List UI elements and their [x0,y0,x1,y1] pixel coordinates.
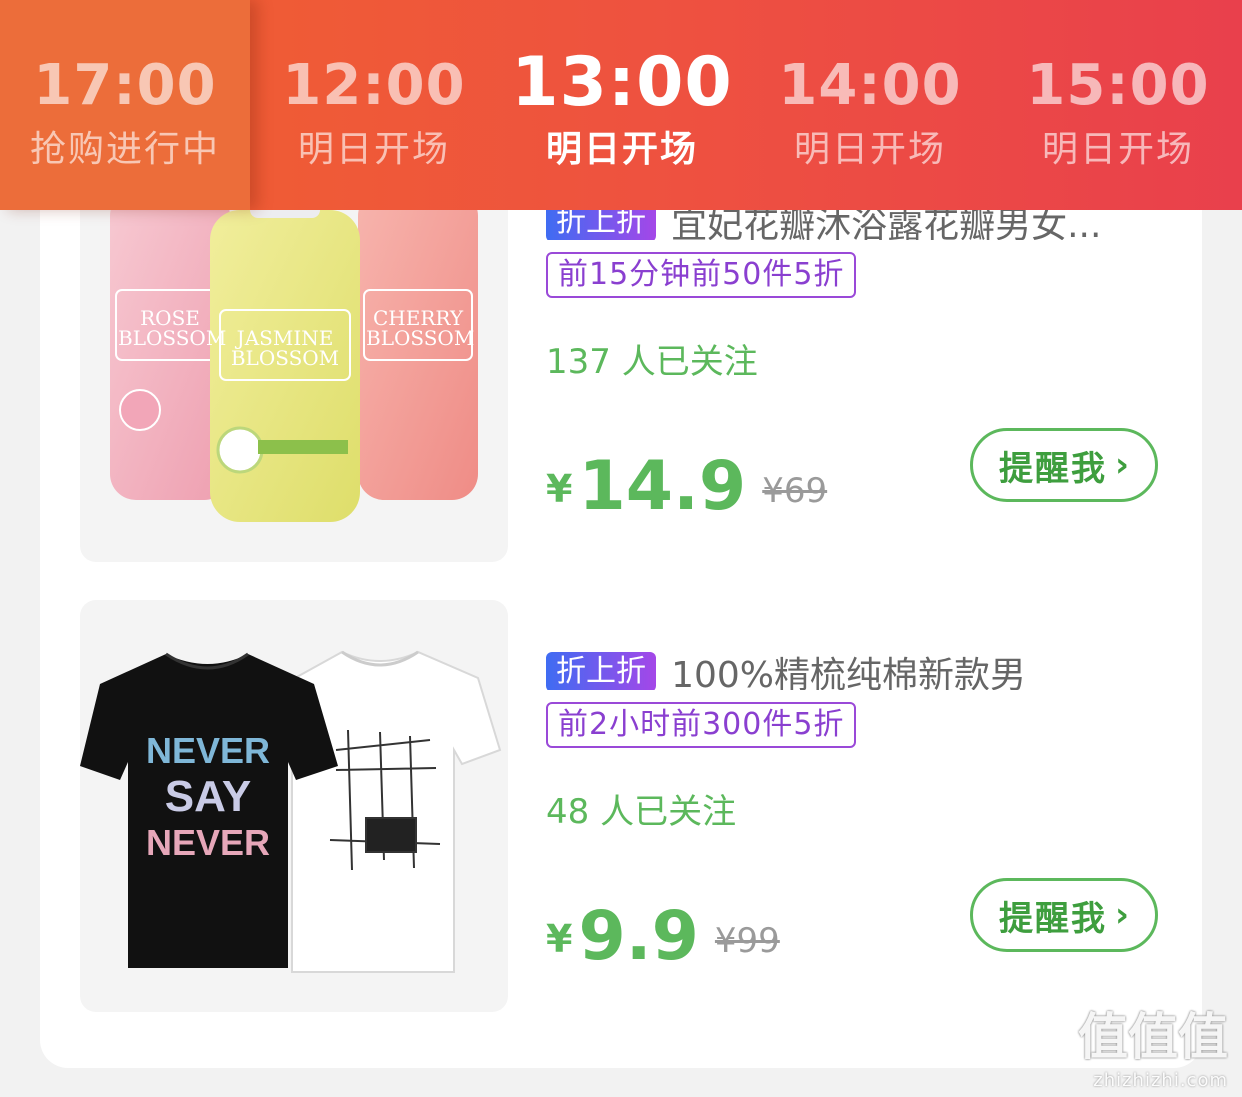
product-item[interactable]: ROSE BLOSSOM JASMINE BLOSSOM CHERRY BLOS… [80,150,1202,562]
bottle-label-line: BLOSSOM [118,326,227,350]
tab-status: 明日开场 [297,129,450,170]
tab-time: 12:00 [282,53,466,118]
tab-session-1400[interactable]: 14:00 明日开场 [746,0,994,210]
tab-session-1300[interactable]: 13:00 明日开场 [498,0,746,210]
product-list-card: ROSE BLOSSOM JASMINE BLOSSOM CHERRY BLOS… [40,120,1202,1068]
bottle-label-line: CHERRY [372,306,464,330]
currency-symbol: ¥ [546,917,573,961]
watermark-url: zhizhizhi.com [1093,1070,1228,1091]
shower-gel-bottles-image[interactable]: ROSE BLOSSOM JASMINE BLOSSOM CHERRY BLOS… [80,150,508,562]
tab-session-1200[interactable]: 12:00 明日开场 [250,0,498,210]
tab-status: 明日开场 [545,129,698,170]
bottle-label-line: JASMINE [236,326,334,350]
tab-session-1700[interactable]: 17:00 抢购进行中 [0,0,250,210]
tab-status: 明日开场 [793,129,946,170]
tab-session-1500[interactable]: 15:00 明日开场 [994,0,1242,210]
product-item[interactable]: NEVER SAY NEVER 折上折 100%精梳纯棉新款男 前2小时前300… [80,600,1202,1012]
original-price: ¥69 [762,471,828,511]
sale-price: 14.9 [578,447,747,526]
remind-me-button[interactable]: 提醒我 › [970,878,1158,952]
promo-tag: 前2小时前300件5折 [546,702,857,748]
bottle-label-line: BLOSSOM [230,346,340,370]
follow-count: 48 人已关注 [546,792,737,832]
bottle-label-rose: ROSE BLOSSOM [118,306,227,350]
price-block: ¥ 9.9 ¥99 [546,892,780,972]
remind-me-label: 提醒我 [998,898,1107,939]
original-price: ¥99 [714,921,780,961]
currency-symbol: ¥ [546,467,573,511]
sale-price: 9.9 [578,897,699,976]
chevron-right-icon: › [1114,445,1129,485]
product-title-row[interactable]: 折上折 100%精梳纯棉新款男 [546,646,1186,690]
shirt-print-line: NEVER [145,822,271,863]
bottle-label-line: ROSE [140,306,200,330]
chevron-right-icon: › [1114,895,1129,935]
promo-tag: 前15分钟前50件5折 [546,252,857,298]
shirt-print: NEVER SAY NEVER [140,728,276,866]
shirt-print-line: SAY [164,772,252,821]
remind-me-label: 提醒我 [998,448,1107,489]
discount-badge: 折上折 [546,652,656,690]
tab-time: 13:00 [511,43,733,122]
product-title: 100%精梳纯棉新款男 [671,655,1027,690]
price-block: ¥ 14.9 ¥69 [546,442,827,522]
session-tab-bar: 17:00 抢购进行中 12:00 明日开场 13:00 明日开场 14:00 … [0,0,1242,210]
product-info: 折上折 宜妃花瓣沐浴露花瓣男女... 前15分钟前50件5折 137 人已关注 … [546,150,1196,562]
tshirts-image[interactable]: NEVER SAY NEVER [80,600,508,1012]
tab-time: 15:00 [1026,53,1210,118]
tab-time: 14:00 [778,53,962,118]
product-info: 折上折 100%精梳纯棉新款男 前2小时前300件5折 48 人已关注 ¥ 9.… [546,600,1196,1012]
remind-me-button[interactable]: 提醒我 › [970,428,1158,502]
tab-status: 明日开场 [1041,129,1194,170]
watermark-logo: 值值值 [1078,997,1228,1069]
tab-time: 17:00 [33,53,217,118]
tab-status: 抢购进行中 [29,129,220,170]
bottle-label-cherry: CHERRY BLOSSOM [366,306,475,350]
bottle-label-jasmine: JASMINE BLOSSOM [220,328,350,368]
shirt-print-line: NEVER [145,730,271,771]
watermark-logo-text: 值值值 [1078,1008,1228,1066]
follow-count: 137 人已关注 [546,342,758,382]
bottle-label-line: BLOSSOM [366,326,475,350]
